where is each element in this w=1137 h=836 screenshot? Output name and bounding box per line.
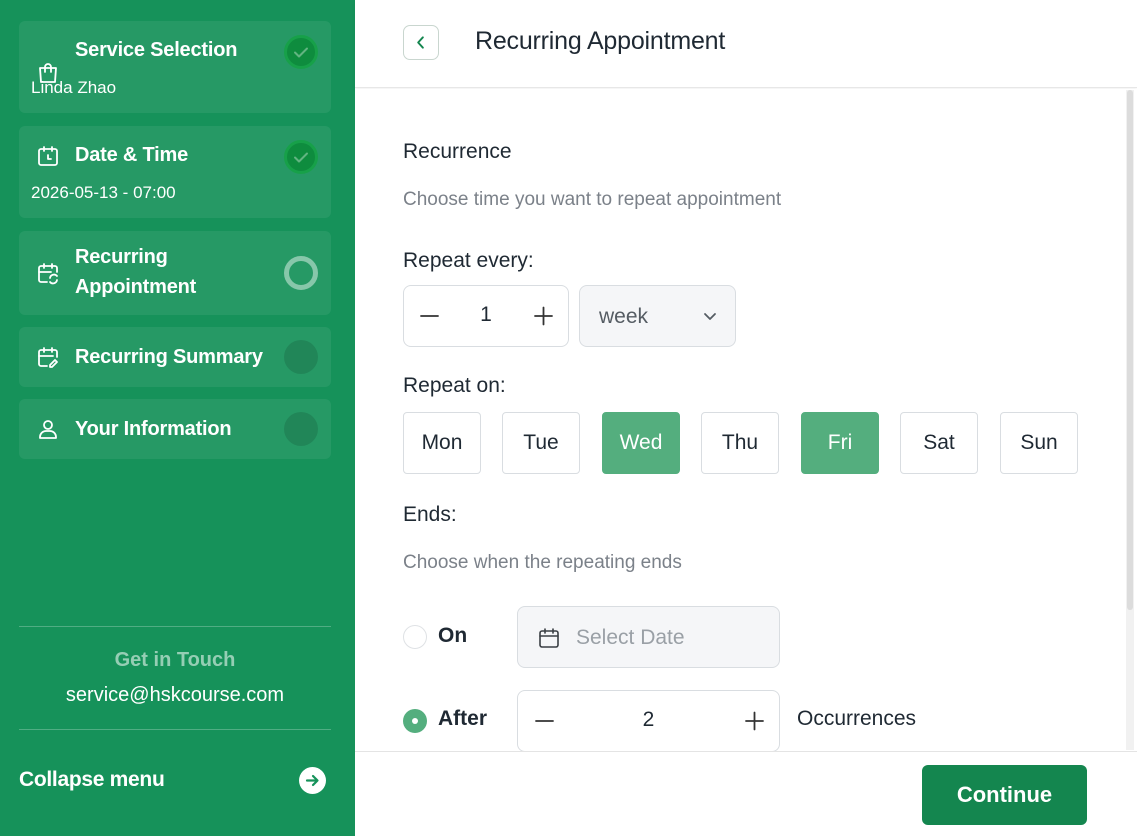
end-date-placeholder: Select Date [576,626,685,649]
occurrences-value[interactable]: 2 [570,708,727,732]
step-title: Recurring Summary [75,346,263,368]
minus-icon [420,315,439,317]
plus-icon [745,711,764,731]
decrement-button[interactable] [520,691,570,751]
page-title: Recurring Appointment [475,27,726,55]
increment-button[interactable] [729,691,779,751]
step-subtitle: Linda Zhao [31,78,117,97]
ends-hint: Choose when the repeating ends [403,552,682,573]
contact-email[interactable]: service@hskcourse.com [19,684,331,707]
step-your-information[interactable]: Your Information [19,399,331,459]
ends-after-label[interactable]: After [438,707,487,731]
continue-button[interactable]: Continue [922,765,1087,825]
check-icon [294,152,308,163]
divider [19,626,331,627]
check-icon [294,47,308,58]
occurrences-label: Occurrences [797,707,917,730]
day-wed[interactable]: Wed [602,412,680,474]
repeat-unit-value: week [599,305,649,328]
page-header: Recurring Appointment [355,0,1137,88]
step-title-line2: Appointment [75,276,197,298]
repeat-on-label: Repeat on: [403,374,506,397]
collapse-menu-button[interactable] [299,767,326,794]
step-completed-indicator [284,140,318,174]
ends-on-label[interactable]: On [438,624,467,648]
step-pending-indicator [284,340,318,374]
step-recurring-appointment[interactable]: Recurring Appointment [19,231,331,315]
repeat-every-label: Repeat every: [403,249,534,272]
step-pending-indicator [284,412,318,446]
calendar-repeat-icon [38,263,58,285]
sidebar: Service Selection Linda Zhao Date & Time… [0,0,355,836]
repeat-every-stepper[interactable]: 1 [403,285,569,347]
ends-after-radio[interactable] [403,709,427,733]
minus-icon [535,720,554,722]
back-button[interactable] [403,25,439,60]
user-icon [39,420,57,439]
step-date-time[interactable]: Date & Time 2026-05-13 - 07:00 [19,126,331,218]
recurrence-label: Recurrence [403,140,512,163]
calendar-edit-icon [38,347,58,368]
arrow-right-icon [305,774,319,787]
day-sat[interactable]: Sat [900,412,978,474]
calendar-icon [539,628,559,648]
chevron-left-icon [417,36,424,49]
day-tue[interactable]: Tue [502,412,580,474]
contact-title: Get in Touch [114,649,236,671]
ends-on-radio[interactable] [403,625,427,649]
increment-button[interactable] [518,286,568,346]
scrollbar-thumb[interactable] [1127,90,1133,610]
divider [19,729,331,730]
step-completed-indicator [284,35,318,69]
step-title-line1: Recurring [75,246,168,268]
ends-label: Ends: [403,503,457,526]
repeat-unit-select[interactable]: week [579,285,736,347]
step-recurring-summary[interactable]: Recurring Summary [19,327,331,387]
day-thu[interactable]: Thu [701,412,779,474]
day-fri[interactable]: Fri [801,412,879,474]
repeat-every-value[interactable]: 1 [454,303,518,327]
step-subtitle: 2026-05-13 - 07:00 [31,183,176,202]
step-current-indicator [284,256,318,290]
step-title: Service Selection [75,39,238,61]
day-mon[interactable]: Mon [403,412,481,474]
step-service-selection[interactable]: Service Selection Linda Zhao [19,21,331,113]
chevron-down-icon [704,313,716,320]
plus-icon [534,306,553,326]
scrollbar[interactable] [1126,90,1134,750]
day-sun[interactable]: Sun [1000,412,1078,474]
occurrences-stepper[interactable]: 2 [517,690,780,752]
collapse-menu-label[interactable]: Collapse menu [19,768,165,792]
step-title: Date & Time [75,144,189,166]
calendar-clock-icon [38,146,58,166]
decrement-button[interactable] [404,286,454,346]
step-title: Your Information [75,418,232,440]
end-date-input[interactable]: Select Date [517,606,780,668]
recurrence-hint: Choose time you want to repeat appointme… [403,189,782,210]
